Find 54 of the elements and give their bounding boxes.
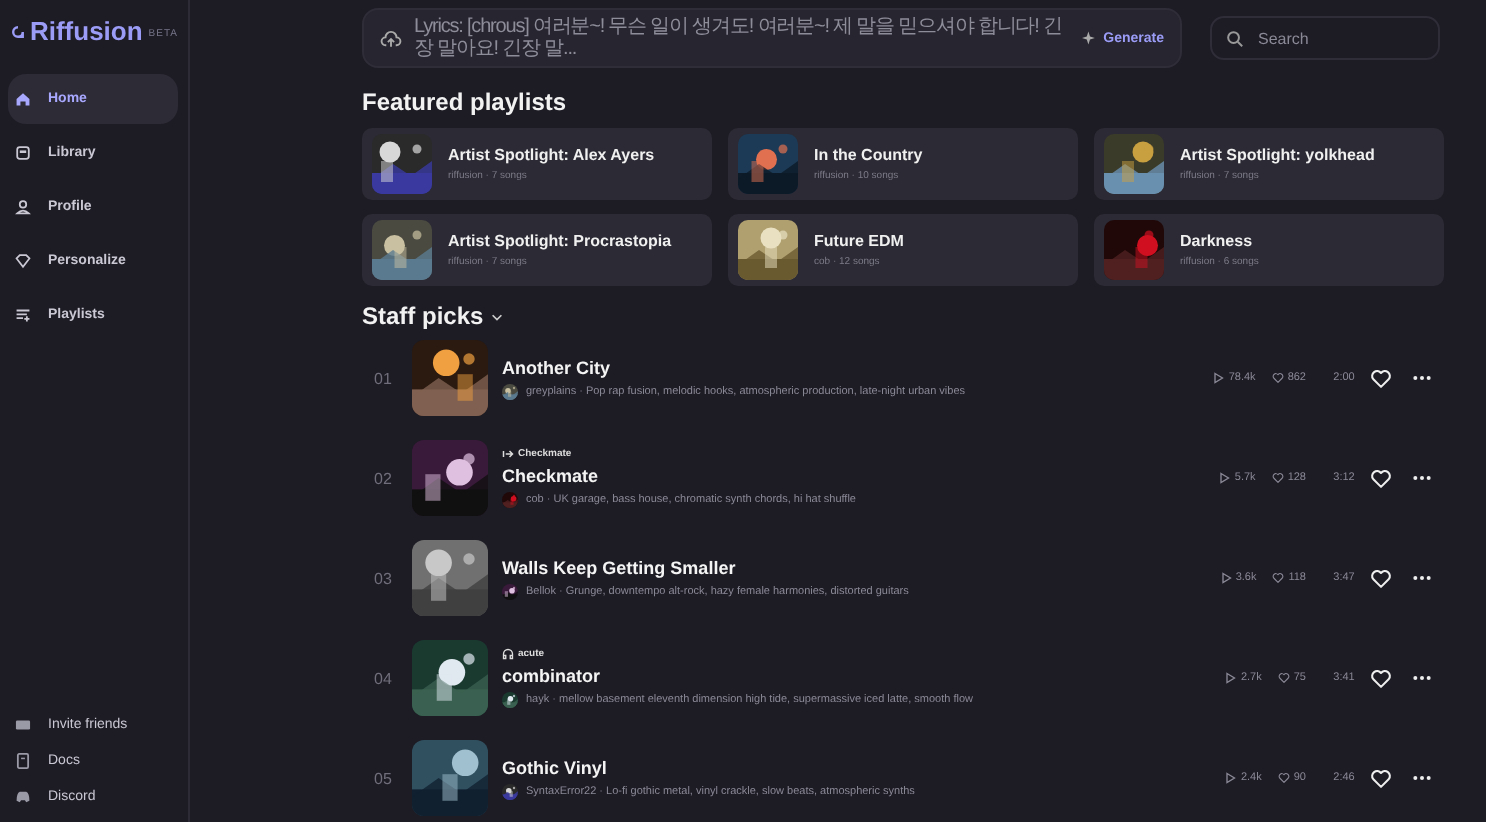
heart-icon <box>1277 672 1290 684</box>
like-button[interactable] <box>1370 467 1392 489</box>
home-icon <box>14 90 32 108</box>
sparkle-icon <box>1081 30 1098 46</box>
playlist-title: Artist Spotlight: yolkhead <box>1180 146 1375 164</box>
logo-text[interactable]: Riffusion <box>29 16 143 46</box>
like-button[interactable] <box>1370 567 1392 589</box>
heart-icon <box>1370 667 1392 689</box>
playlist-title: Future EDM <box>814 232 904 250</box>
prompt-text: Lyrics: [chrous] 여러분~! 무슨 일이 생겨도! 여러분~! 제 말을 믿으셔야 합니다! 긴장 말아요! 긴장 말... <box>414 16 1064 60</box>
heart-icon <box>1271 472 1284 484</box>
heart-icon <box>1370 767 1392 789</box>
arrow-icon <box>502 448 514 460</box>
track-number: 05 <box>374 769 394 787</box>
playlist-title: Artist Spotlight: Alex Ayers <box>448 146 655 164</box>
heart-icon <box>1272 572 1285 584</box>
track-title[interactable]: Another City <box>502 357 1213 377</box>
playlist-title: Darkness <box>1180 232 1255 250</box>
logo-icon <box>12 21 24 41</box>
playlist-icon <box>14 306 32 324</box>
heart-icon <box>1370 467 1392 489</box>
play-icon <box>1219 572 1232 584</box>
section-title: Featured playlists <box>362 88 569 116</box>
playlist-title: Artist Spotlight: Procrastopia <box>448 232 672 250</box>
track-title[interactable]: combinator <box>502 666 1225 686</box>
heart-icon <box>1271 372 1284 384</box>
heart-icon <box>1370 567 1392 589</box>
section-title: Staff picks <box>362 302 484 330</box>
library-icon <box>14 144 32 162</box>
gem-icon <box>14 252 32 270</box>
track-title[interactable]: Checkmate <box>502 466 1219 486</box>
like-button[interactable] <box>1370 367 1392 389</box>
track-number: 03 <box>374 569 394 587</box>
search-icon <box>1226 30 1244 48</box>
track-number: 04 <box>374 669 394 687</box>
like-button[interactable] <box>1370 767 1392 789</box>
chevron-down-icon[interactable] <box>489 309 504 323</box>
cloud-upload-icon <box>380 27 402 49</box>
track-number: 01 <box>374 369 394 387</box>
play-icon <box>1212 372 1225 384</box>
like-button[interactable] <box>1370 667 1392 689</box>
track-number: 02 <box>374 469 394 487</box>
play-icon <box>1224 672 1237 684</box>
profile-icon <box>14 198 32 216</box>
document-icon <box>14 751 32 769</box>
track-title[interactable]: Gothic Vinyl <box>502 757 1225 777</box>
headphones-icon <box>502 648 514 660</box>
search-field[interactable]: Search <box>1210 16 1440 60</box>
play-icon <box>1224 772 1237 784</box>
playlist-title: In the Country <box>814 146 923 164</box>
heart-icon <box>1370 367 1392 389</box>
heart-icon <box>1277 772 1290 784</box>
track-title[interactable]: Walls Keep Getting Smaller <box>502 557 1220 577</box>
play-icon <box>1218 472 1231 484</box>
